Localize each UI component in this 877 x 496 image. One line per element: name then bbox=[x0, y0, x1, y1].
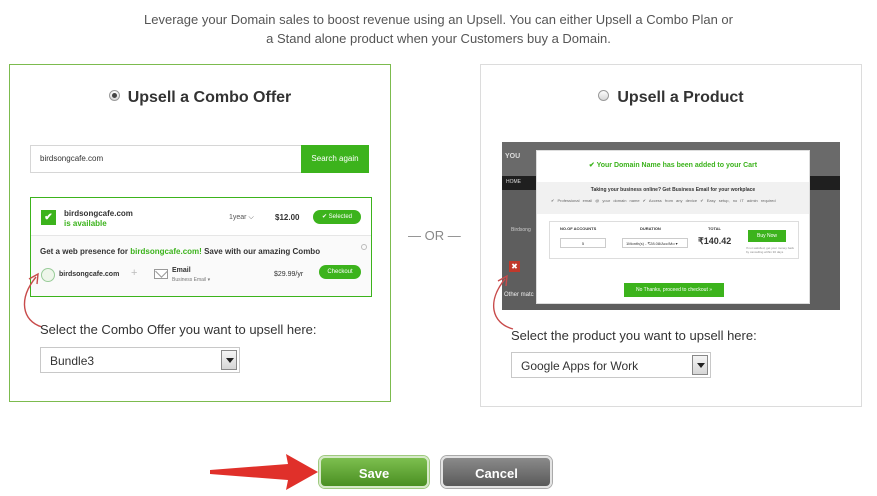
preview-col-total: TOTAL bbox=[708, 226, 721, 231]
preview-brand: YOU bbox=[505, 153, 521, 160]
product-dropdown[interactable]: Google Apps for Work bbox=[511, 352, 711, 378]
preview-promo-suffix: Save with our amazing Combo bbox=[201, 247, 321, 256]
preview-promo-domain: birdsongcafe.com! bbox=[130, 247, 202, 256]
combo-offer-radio[interactable] bbox=[108, 90, 120, 102]
preview-buy-button: Buy Now bbox=[748, 230, 786, 242]
preview-modal-question: Taking your business online? Get Busines… bbox=[590, 187, 756, 193]
intro-line-1: Leverage your Domain sales to boost reve… bbox=[144, 12, 733, 27]
preview-search-button: Search again bbox=[301, 145, 369, 173]
preview-term-value: 1year bbox=[229, 214, 247, 221]
preview-email-sub: Business Email ▾ bbox=[172, 277, 211, 283]
combo-offer-label: Upsell a Combo Offer bbox=[127, 89, 292, 106]
preview-search-value: birdsongcafe.com bbox=[40, 154, 104, 163]
dropdown-arrow-icon[interactable] bbox=[692, 355, 708, 375]
cancel-button[interactable]: Cancel bbox=[441, 456, 552, 488]
plus-icon: + bbox=[131, 267, 138, 279]
preview-duration-value: 1Month(s) - ₹28.08/Acc/Mo ▾ bbox=[622, 238, 688, 248]
preview-search-bar: birdsongcafe.com Search again bbox=[30, 145, 369, 173]
preview-email-label: Email bbox=[172, 267, 191, 274]
preview-checkout-button: Checkout bbox=[319, 265, 361, 279]
preview-domain-availability: is available bbox=[64, 219, 107, 228]
save-button[interactable]: Save bbox=[319, 456, 429, 488]
red-pointer-arrow-icon bbox=[210, 454, 318, 490]
product-preview: YOU HOME Birdsong ✖ Other matc ✔ Your Do… bbox=[502, 142, 840, 310]
dropdown-arrow-icon[interactable] bbox=[221, 350, 237, 370]
product-dropdown-value: Google Apps for Work bbox=[521, 359, 639, 373]
preview-bundle-domain: birdsongcafe.com bbox=[59, 271, 120, 278]
checkmark-icon: ✔ bbox=[41, 210, 56, 225]
preview-promo-text: Get a web presence for birdsongcafe.com!… bbox=[40, 247, 320, 256]
product-radio[interactable] bbox=[598, 90, 610, 102]
preview-domain-price: $12.00 bbox=[275, 213, 300, 222]
product-select-label: Select the product you want to upsell he… bbox=[511, 328, 757, 343]
combo-preview: ✔ birdsongcafe.com is available 1year ⌵ … bbox=[30, 197, 372, 297]
preview-col-duration: DURATION bbox=[640, 226, 661, 231]
preview-upsell-modal: ✔ Your Domain Name has been added to you… bbox=[536, 150, 810, 304]
combo-offer-option[interactable]: Upsell a Combo Offer bbox=[10, 89, 390, 107]
intro-line-2: a Stand alone product when your Customer… bbox=[266, 31, 611, 46]
preview-total-value: ₹140.42 bbox=[698, 236, 732, 246]
preview-modal-features: ✔ Professional email @ your domain name … bbox=[551, 198, 776, 203]
preview-bundle-price: $29.99/yr bbox=[274, 271, 304, 278]
product-panel[interactable]: Upsell a Product YOU HOME Birdsong ✖ Oth… bbox=[480, 64, 862, 407]
preview-term-select: 1year ⌵ bbox=[229, 214, 254, 221]
combo-preview-domain-row: ✔ birdsongcafe.com is available 1year ⌵ … bbox=[31, 198, 371, 236]
preview-background-text: Birdsong bbox=[511, 227, 531, 233]
combo-offer-dropdown[interactable]: Bundle3 bbox=[40, 347, 240, 373]
preview-fine-print: If not satisfied, get your money back by… bbox=[746, 246, 795, 254]
intro-text: Leverage your Domain sales to boost reve… bbox=[0, 10, 877, 48]
preview-accounts-value: 5 bbox=[560, 238, 606, 248]
preview-nav-home: HOME bbox=[506, 179, 521, 185]
preview-promo-prefix: Get a web presence for bbox=[40, 247, 131, 256]
preview-selected-button: ✔ Selected bbox=[313, 210, 361, 224]
preview-col-accounts: NO.OF ACCOUNTS bbox=[560, 226, 597, 231]
preview-no-thanks-button: No Thanks, proceed to checkout » bbox=[624, 283, 724, 297]
mail-icon bbox=[154, 269, 168, 279]
or-divider: — OR — bbox=[408, 228, 461, 243]
curved-arrow-icon bbox=[492, 274, 514, 330]
combo-select-label: Select the Combo Offer you want to upsel… bbox=[40, 322, 317, 337]
preview-modal-table: NO.OF ACCOUNTS DURATION TOTAL 5 1Month(s… bbox=[549, 221, 799, 259]
product-label: Upsell a Product bbox=[617, 89, 744, 106]
preview-domain-name: birdsongcafe.com bbox=[64, 209, 133, 218]
combo-offer-panel[interactable]: Upsell a Combo Offer birdsongcafe.com Se… bbox=[9, 64, 391, 402]
product-option[interactable]: Upsell a Product bbox=[481, 89, 861, 107]
preview-modal-title: ✔ Your Domain Name has been added to you… bbox=[588, 162, 758, 169]
preview-radio-icon bbox=[361, 244, 367, 250]
combo-offer-dropdown-value: Bundle3 bbox=[50, 354, 95, 368]
